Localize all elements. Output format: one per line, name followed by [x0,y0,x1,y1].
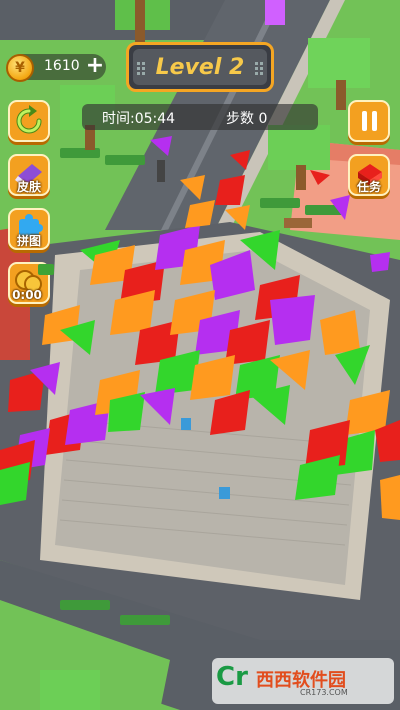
task-label: 任务 [356,180,381,194]
puzzle-label: 拼图 [16,234,41,248]
watermark-url: CR173.COM [300,688,348,697]
time-bonus-label: 0:00 [12,288,42,302]
restart-button[interactable] [8,100,50,142]
pause-button[interactable] [348,100,390,142]
person-1 [181,418,191,430]
coin-value: 1610 [44,58,80,74]
coin-icon: ¥ [6,54,34,82]
bench [284,218,312,228]
skin-label: 皮肤 [16,180,41,194]
level-banner: Level 2 [126,42,274,92]
timer-text: 时间:05:44 [102,111,176,127]
add-coins-button[interactable]: + [84,54,106,80]
rainbow-sign [265,0,285,25]
bollard [157,160,165,182]
pause-icon [362,111,378,131]
level-title: Level 2 [155,55,245,80]
person-2 [219,487,230,499]
steps-text: 步数 0 [226,111,268,127]
video-ad-icon [38,264,54,275]
game-screen: ¥ 1610 + Level 2 时间:05:44 步数 0 皮肤 拼图 0:0… [0,0,400,710]
watermark-logo: Cr [216,662,248,692]
refresh-icon [16,105,42,134]
